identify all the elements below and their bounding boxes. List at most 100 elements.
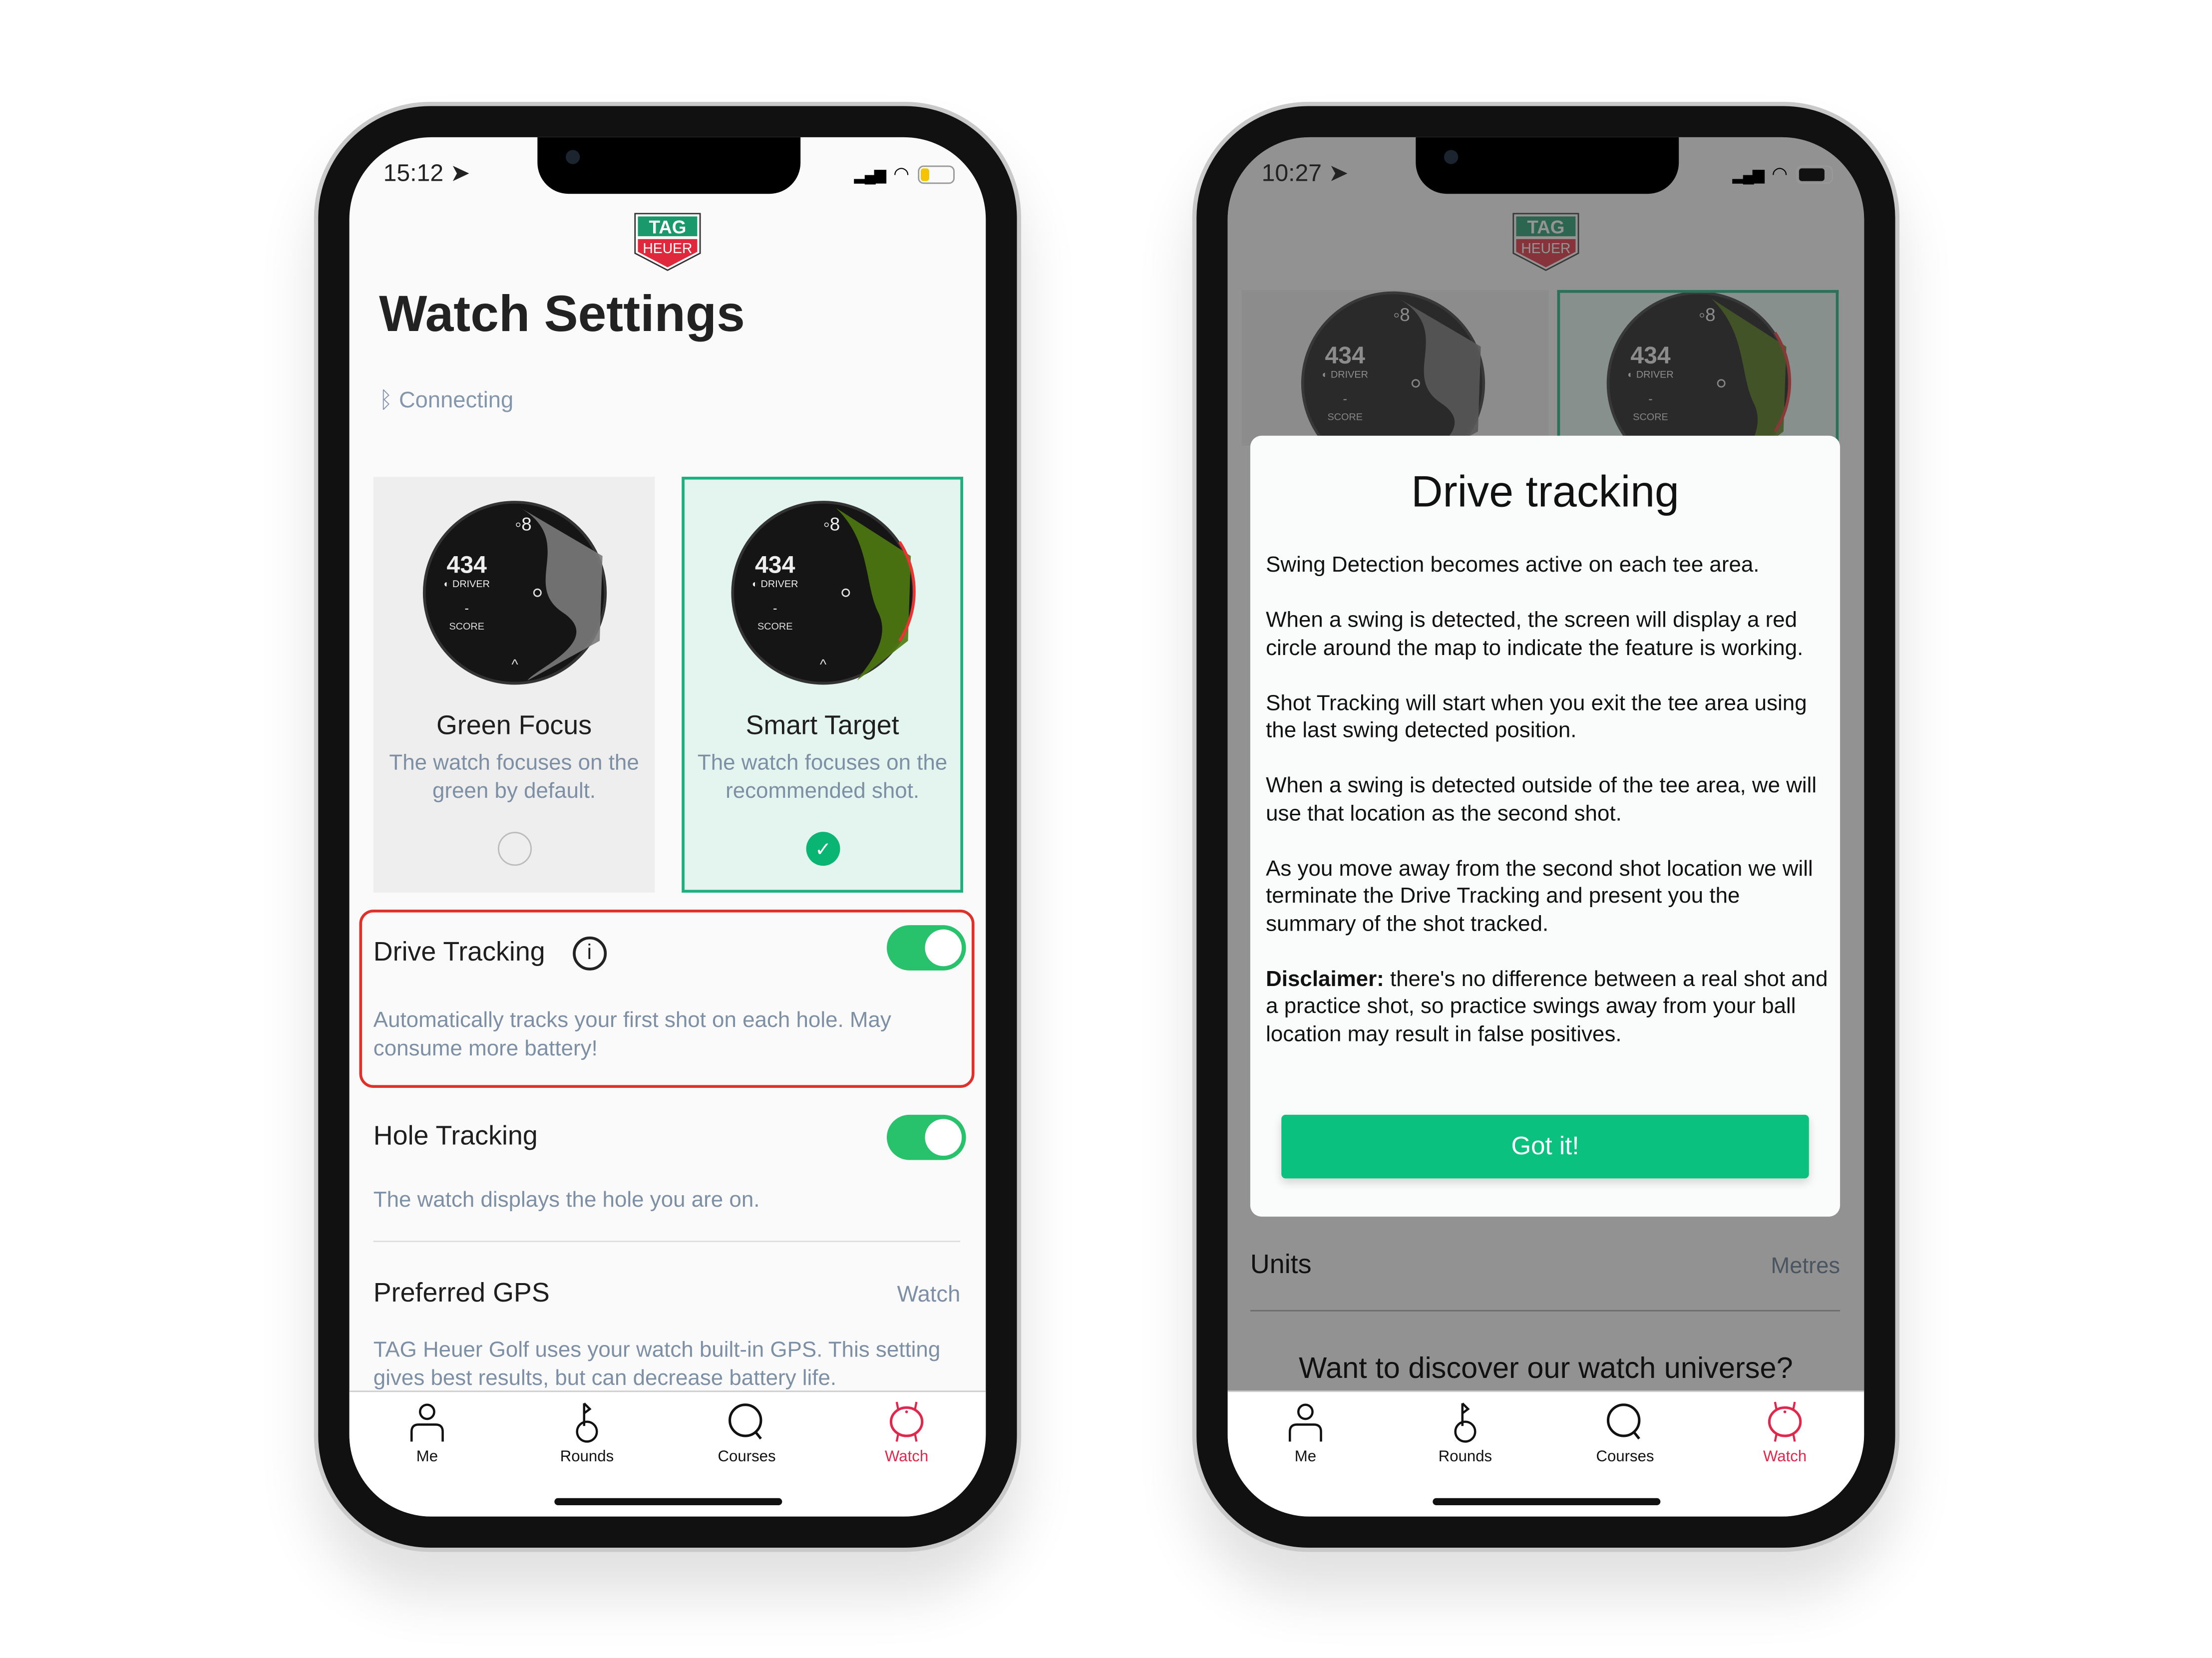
person-icon	[1249, 1400, 1362, 1443]
watch-face-preview: 434 ◐ DRIVER - SCORE ◦8 ^	[730, 499, 917, 693]
camera	[1444, 150, 1459, 164]
svg-text:HEUER: HEUER	[643, 241, 692, 257]
info-icon[interactable]: i	[572, 936, 607, 971]
toggle-knob	[925, 929, 962, 967]
hole-tracking-toggle[interactable]	[886, 1114, 966, 1160]
drive-tracking-text: Drive Tracking	[373, 938, 545, 968]
face-score: -	[464, 602, 468, 616]
face-score-label: SCORE	[757, 621, 793, 632]
golf-flag-icon	[530, 1400, 644, 1443]
toggle-knob	[925, 1119, 962, 1156]
watch-icon	[850, 1400, 963, 1443]
preferred-gps-label: Preferred GPS	[373, 1279, 550, 1309]
time-text: 15:12	[383, 160, 444, 187]
face-club: ◐ DRIVER	[444, 579, 490, 590]
watch-face-preview: 434 ◐ DRIVER - SCORE ◦8 ^	[421, 499, 608, 693]
modal-body: Swing Detection becomes active on each t…	[1266, 552, 1829, 1076]
signal-icon: ▂▄▆	[854, 166, 886, 183]
modal-title: Drive tracking	[1411, 467, 1679, 517]
tab-bar: Me Rounds Courses Watch	[349, 1390, 986, 1517]
tab-label: Rounds	[1438, 1448, 1492, 1466]
modal-paragraph: When a swing is detected, the screen wil…	[1266, 608, 1804, 660]
modal-paragraph: When a swing is detected outside of the …	[1266, 773, 1817, 826]
watch-face-option-green-focus[interactable]: 434 ◐ DRIVER - SCORE ◦8 ^ Green Focus Th…	[373, 476, 655, 893]
home-indicator	[1433, 1498, 1661, 1505]
svg-text:TAG: TAG	[649, 217, 686, 238]
tab-courses[interactable]: Courses	[690, 1400, 803, 1466]
option-name: Smart Target	[745, 711, 899, 741]
disclaimer-label: Disclaimer:	[1266, 967, 1384, 991]
tab-label: Me	[1294, 1448, 1317, 1466]
drive-tracking-toggle[interactable]	[886, 925, 966, 971]
home-indicator	[554, 1498, 782, 1505]
radio-checked-icon[interactable]: ✓	[806, 832, 840, 866]
tab-watch[interactable]: Watch	[1728, 1400, 1842, 1466]
svg-text:^: ^	[820, 657, 827, 672]
battery-icon	[1796, 165, 1833, 183]
face-score: -	[773, 602, 777, 616]
watch-face-graphic: 434 ◐ DRIVER - SCORE ◦8 ^	[731, 501, 916, 685]
hole-tracking-label: Hole Tracking	[373, 1122, 538, 1152]
golf-flag-icon	[1409, 1400, 1522, 1443]
tab-rounds[interactable]: Rounds	[1409, 1400, 1522, 1466]
modal-paragraph: As you move away from the second shot lo…	[1266, 856, 1813, 936]
phone-drive-tracking-modal: 10:27 ➤ ▂▄▆ ◠ TAG HEUER 434 ◐ DRIVER - S…	[1192, 102, 1900, 1552]
status-icons: ▂▄▆ ◠	[854, 163, 955, 185]
screen: 15:12 ➤ ▂▄▆ ◠ TAG HEUER Watch Settings ᛒ…	[349, 137, 986, 1517]
camera	[566, 150, 580, 164]
tab-rounds[interactable]: Rounds	[530, 1400, 644, 1466]
face-club: ◐ DRIVER	[752, 579, 798, 590]
phone-watch-settings: 15:12 ➤ ▂▄▆ ◠ TAG HEUER Watch Settings ᛒ…	[314, 102, 1022, 1552]
connection-status: ᛒ Connecting	[379, 389, 513, 414]
tab-bar: Me Rounds Courses Watch	[1227, 1390, 1864, 1517]
tab-label: Watch	[1763, 1448, 1807, 1466]
stage: 15:12 ➤ ▂▄▆ ◠ TAG HEUER Watch Settings ᛒ…	[0, 0, 2212, 1658]
units-value[interactable]: Metres	[1771, 1255, 1841, 1280]
search-icon	[690, 1400, 803, 1443]
svg-text:^: ^	[511, 657, 518, 672]
tab-courses[interactable]: Courses	[1568, 1400, 1682, 1466]
wifi-icon: ◠	[1772, 162, 1788, 184]
modal-paragraph: Shot Tracking will start when you exit t…	[1266, 691, 1807, 743]
status-time: 10:27 ➤	[1262, 160, 1349, 188]
tab-me[interactable]: Me	[370, 1400, 484, 1466]
person-icon	[370, 1400, 484, 1443]
watch-face-graphic: 434 ◐ DRIVER - SCORE ◦8 ^	[422, 501, 607, 685]
radio-unchecked[interactable]	[498, 832, 532, 866]
battery-fill	[1799, 167, 1824, 181]
status-time: 15:12 ➤	[383, 160, 470, 188]
face-hole: ◦8	[515, 514, 532, 535]
drive-tracking-description: Automatically tracks your first shot on …	[373, 1008, 891, 1061]
tab-watch[interactable]: Watch	[850, 1400, 963, 1466]
status-icons: ▂▄▆ ◠	[1733, 163, 1833, 185]
tab-label: Courses	[1596, 1448, 1654, 1466]
search-icon	[1568, 1400, 1682, 1443]
option-name: Green Focus	[436, 711, 592, 741]
battery-icon	[918, 165, 955, 183]
option-description: The watch focuses on the green by defaul…	[389, 751, 639, 804]
tab-label: Rounds	[560, 1448, 614, 1466]
modal-disclaimer: Disclaimer: there's no difference betwee…	[1266, 966, 1829, 1048]
option-description: The watch focuses on the recommended sho…	[697, 751, 948, 804]
discover-heading: Want to discover our watch universe?	[1299, 1352, 1793, 1385]
got-it-button[interactable]: Got it!	[1281, 1114, 1809, 1179]
location-arrow-icon: ➤	[1328, 160, 1349, 187]
connection-label: Connecting	[398, 389, 514, 413]
tab-label: Me	[416, 1448, 438, 1466]
signal-icon: ▂▄▆	[1732, 166, 1765, 183]
wifi-icon: ◠	[893, 162, 910, 184]
time-text: 10:27	[1261, 160, 1322, 187]
notch	[1416, 137, 1679, 194]
drive-tracking-modal: Drive tracking Swing Detection becomes a…	[1250, 435, 1841, 1217]
watch-icon	[1728, 1400, 1842, 1443]
drive-tracking-label: Drive Tracking i	[373, 936, 607, 971]
tab-me[interactable]: Me	[1249, 1400, 1362, 1466]
watch-face-option-smart-target[interactable]: 434 ◐ DRIVER - SCORE ◦8 ^ Smart Target T…	[682, 476, 963, 893]
screen: 10:27 ➤ ▂▄▆ ◠ TAG HEUER 434 ◐ DRIVER - S…	[1227, 137, 1864, 1517]
tab-label: Watch	[885, 1448, 929, 1466]
units-label: Units	[1250, 1250, 1312, 1281]
modal-paragraph: Swing Detection becomes active on each t…	[1266, 553, 1760, 578]
battery-fill	[920, 167, 929, 181]
preferred-gps-value[interactable]: Watch	[897, 1283, 961, 1309]
face-distance: 434	[447, 552, 487, 579]
